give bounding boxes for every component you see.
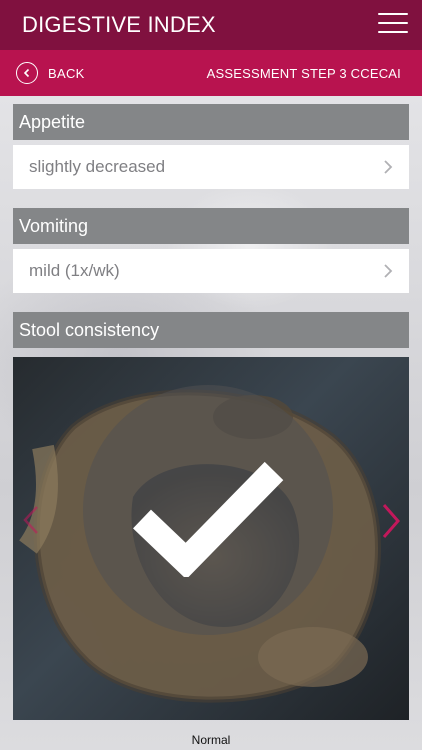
page-title: DIGESTIVE INDEX [22, 12, 216, 37]
select-value: mild (1x/wk) [29, 261, 120, 280]
chevron-right-icon[interactable] [381, 503, 401, 539]
chevron-left-icon[interactable] [23, 505, 39, 535]
section-title: Stool consistency [19, 319, 160, 340]
stool-consistency-carousel[interactable] [13, 357, 409, 720]
app-header: DIGESTIVE INDEX [0, 0, 422, 50]
section-title: Vomiting [19, 215, 89, 236]
section-title: Appetite [19, 111, 86, 132]
chevron-right-icon [384, 264, 393, 278]
sub-header: BACK ASSESSMENT STEP 3 CCECAI [0, 50, 422, 96]
section-header-vomiting: Vomiting [13, 208, 409, 244]
section-header-appetite: Appetite [13, 104, 409, 140]
appetite-select[interactable]: slightly decreased [13, 145, 409, 189]
hamburger-menu-icon[interactable] [378, 11, 408, 35]
chevron-left-circle-icon [16, 62, 38, 84]
back-label: BACK [48, 65, 85, 81]
select-value: slightly decreased [29, 157, 166, 176]
assessment-step-label: ASSESSMENT STEP 3 CCECAI [206, 65, 401, 81]
chevron-right-icon [384, 160, 393, 174]
vomiting-select[interactable]: mild (1x/wk) [13, 249, 409, 293]
back-button[interactable]: BACK [16, 62, 85, 84]
stool-option-label: Normal [191, 733, 231, 747]
section-header-stool-consistency: Stool consistency [13, 312, 409, 348]
checkmark-icon [133, 461, 284, 577]
